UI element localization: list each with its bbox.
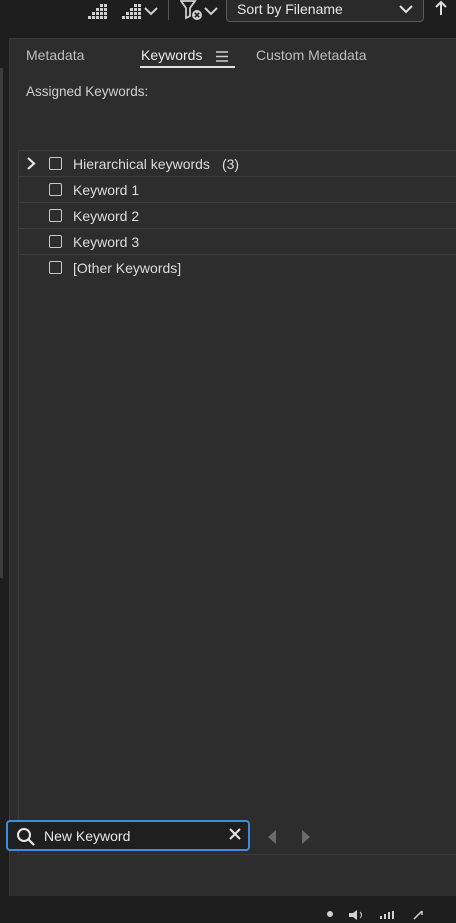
sort-dropdown[interactable]: Sort by Filename <box>226 0 424 22</box>
tab-metadata[interactable]: Metadata <box>26 47 84 63</box>
keyword-row-other[interactable]: [Other Keywords] <box>18 254 456 280</box>
keyword-checkbox[interactable] <box>49 235 62 248</box>
battery-icon <box>412 907 424 923</box>
keyword-label: [Other Keywords] <box>73 260 182 276</box>
keyword-row[interactable]: Keyword 1 <box>18 176 456 202</box>
keyword-label: Keyword 2 <box>73 208 140 224</box>
microphone-icon <box>326 907 334 923</box>
chevron-down-icon[interactable] <box>204 0 218 22</box>
sort-direction-arrow-icon[interactable] <box>434 0 448 19</box>
tab-keywords[interactable]: Keywords <box>141 47 202 63</box>
new-keyword-input[interactable] <box>44 827 220 845</box>
panel-tabs: Metadata Keywords Custom Metadata <box>10 39 456 73</box>
keyword-checkbox[interactable] <box>49 183 62 196</box>
network-icon <box>380 907 398 923</box>
speaker-icon <box>348 907 366 923</box>
tab-custom-metadata[interactable]: Custom Metadata <box>256 47 367 63</box>
hamburger-menu-icon[interactable] <box>216 49 228 65</box>
sort-dropdown-label: Sort by Filename <box>237 1 343 17</box>
previous-arrow-icon[interactable] <box>266 829 278 848</box>
keyword-checkbox[interactable] <box>49 209 62 222</box>
thumbnail-quality-icon[interactable] <box>86 0 108 22</box>
keyword-label: Keyword 1 <box>73 182 140 198</box>
left-panel-edge <box>0 38 9 917</box>
chevron-down-icon[interactable] <box>144 0 158 22</box>
filter-icon[interactable] <box>180 0 204 22</box>
assigned-keywords-label: Assigned Keywords: <box>26 84 149 99</box>
search-icon <box>16 827 36 850</box>
keyword-row[interactable]: Keyword 2 <box>18 202 456 228</box>
rating-filter-icon[interactable] <box>120 0 142 22</box>
toolbar: Sort by Filename <box>0 0 456 36</box>
keyword-checkbox[interactable] <box>49 157 62 170</box>
left-panel-scroll <box>0 68 3 578</box>
keyword-list: Hierarchical keywords (3) Keyword 1 Keywo… <box>18 150 456 280</box>
active-tab-indicator <box>140 66 235 68</box>
clear-icon[interactable] <box>228 827 242 844</box>
chevron-right-icon[interactable] <box>26 157 36 173</box>
keyword-row[interactable]: Keyword 3 <box>18 228 456 254</box>
next-arrow-icon[interactable] <box>300 829 312 848</box>
keyword-label: Hierarchical keywords (3) <box>73 156 240 172</box>
chevron-down-icon <box>399 1 413 17</box>
keyword-label: Keyword 3 <box>73 234 140 250</box>
status-icons <box>326 907 424 923</box>
keyword-checkbox[interactable] <box>49 261 62 274</box>
keywords-panel: Metadata Keywords Custom Metadata Assign… <box>9 38 456 917</box>
keyword-count: (3) <box>221 156 240 172</box>
toolbar-divider <box>168 0 169 20</box>
keyword-row-hierarchical[interactable]: Hierarchical keywords (3) <box>18 150 456 176</box>
new-keyword-field[interactable] <box>6 820 250 851</box>
